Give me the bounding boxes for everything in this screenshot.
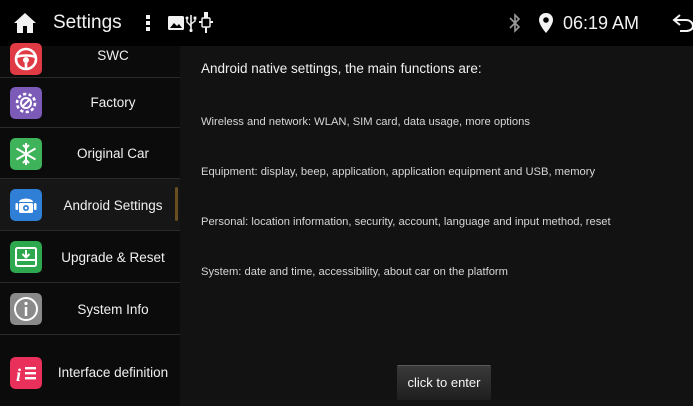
bluetooth-icon (509, 13, 521, 33)
info-icon (10, 293, 42, 325)
image-icon (168, 16, 184, 30)
active-indicator (175, 187, 178, 221)
sidebar-item-interface-definition[interactable]: i Interface definition (0, 335, 180, 406)
sidebar-item-label: Upgrade & Reset (61, 250, 165, 265)
sidebar-item-label: SWC (97, 48, 129, 63)
android-icon (10, 189, 42, 221)
sidebar-item-label: Factory (90, 95, 136, 110)
home-icon[interactable] (13, 12, 37, 34)
steering-wheel-icon (10, 43, 42, 75)
click-to-enter-button[interactable]: click to enter (397, 365, 491, 400)
sidebar-item-label: Interface definition (57, 365, 169, 380)
usb-icon (185, 15, 197, 32)
interface-list-icon: i (10, 357, 42, 389)
location-pin-icon (539, 13, 553, 33)
sidebar-item-android-settings[interactable]: Android Settings (0, 179, 180, 231)
sidebar-item-label: System Info (77, 302, 149, 317)
intro-text: Android native settings, the main functi… (201, 61, 482, 76)
settings-sidebar: SWC Factory Original Car Android Setting… (0, 43, 180, 406)
content-panel: Android native settings, the main functi… (180, 46, 693, 406)
svg-text:i: i (16, 365, 21, 385)
sidebar-item-system-info[interactable]: System Info (0, 283, 180, 335)
description-line: Personal: location information, security… (201, 216, 611, 228)
description-line: System: date and time, accessibility, ab… (201, 266, 508, 278)
more-vert-icon[interactable] (145, 13, 151, 33)
snowflake-icon (10, 138, 42, 170)
sidebar-item-label: Original Car (76, 146, 150, 161)
description-line: Wireless and network: WLAN, SIM card, da… (201, 116, 530, 128)
sidebar-item-original-car[interactable]: Original Car (0, 128, 180, 179)
sidebar-item-swc[interactable]: SWC (0, 34, 180, 78)
download-icon (10, 241, 42, 273)
sidebar-item-label: Android Settings (63, 198, 163, 213)
sidebar-item-upgrade-reset[interactable]: Upgrade & Reset (0, 231, 180, 283)
description-line: Equipment: display, beep, application, a… (201, 166, 596, 178)
back-icon[interactable] (672, 13, 693, 33)
clock-time: 06:19 AM (563, 13, 640, 33)
sidebar-item-factory[interactable]: Factory (0, 78, 180, 128)
app-title: Settings (53, 12, 122, 33)
headphone-jack-icon (199, 12, 213, 33)
factory-gear-icon (10, 87, 42, 119)
